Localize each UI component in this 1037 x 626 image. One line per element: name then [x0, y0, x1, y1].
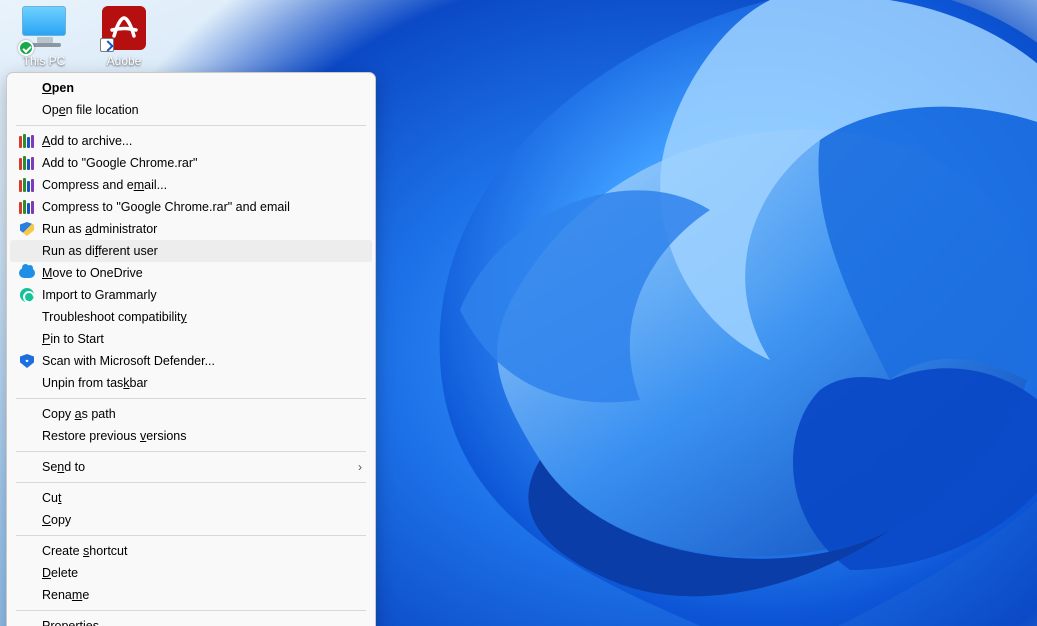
menu-item-label: Rename [42, 588, 362, 602]
blank-icon [18, 459, 36, 475]
menu-item-unpin-from-taskbar[interactable]: Unpin from taskbar [10, 372, 372, 394]
menu-item-run-as-administrator[interactable]: Run as administrator [10, 218, 372, 240]
menu-item-label: Import to Grammarly [42, 288, 362, 302]
desktop-icon-adobe[interactable]: Adobe [88, 6, 160, 68]
blank-icon [18, 490, 36, 506]
menu-item-create-shortcut[interactable]: Create shortcut [10, 540, 372, 562]
defender-shield-icon [18, 353, 36, 369]
menu-item-label: Restore previous versions [42, 429, 362, 443]
menu-item-compress-to-rar-email[interactable]: Compress to "Google Chrome.rar" and emai… [10, 196, 372, 218]
blank-icon [18, 375, 36, 391]
menu-item-label: Compress and email... [42, 178, 362, 192]
menu-item-label: Copy as path [42, 407, 362, 421]
menu-item-import-to-grammarly[interactable]: Import to Grammarly [10, 284, 372, 306]
menu-item-properties[interactable]: Properties [10, 615, 372, 626]
menu-item-label: Pin to Start [42, 332, 362, 346]
menu-item-open[interactable]: Open [10, 77, 372, 99]
blank-icon [18, 587, 36, 603]
onedrive-cloud-icon [18, 265, 36, 281]
winrar-books-icon [18, 199, 36, 215]
blank-icon [18, 512, 36, 528]
menu-item-label: Open file location [42, 103, 362, 117]
desktop-icon-label: Adobe [88, 54, 160, 68]
menu-item-delete[interactable]: Delete [10, 562, 372, 584]
menu-item-send-to[interactable]: Send to › [10, 456, 372, 478]
menu-item-add-to-rar[interactable]: Add to "Google Chrome.rar" [10, 152, 372, 174]
blank-icon [18, 618, 36, 626]
desktop-icon-this-pc[interactable]: This PC [8, 6, 80, 68]
grammarly-icon [18, 287, 36, 303]
blank-icon [18, 102, 36, 118]
winrar-books-icon [18, 177, 36, 193]
menu-item-copy-as-path[interactable]: Copy as path [10, 403, 372, 425]
menu-item-label: Scan with Microsoft Defender... [42, 354, 362, 368]
winrar-books-icon [18, 133, 36, 149]
menu-separator [16, 610, 366, 611]
winrar-books-icon [18, 155, 36, 171]
blank-icon [18, 243, 36, 259]
blank-icon [18, 406, 36, 422]
menu-item-run-as-different-user[interactable]: Run as different user [10, 240, 372, 262]
submenu-arrow-icon: › [352, 460, 362, 474]
menu-item-move-to-onedrive[interactable]: Move to OneDrive [10, 262, 372, 284]
blank-icon [18, 309, 36, 325]
desktop-icon-label: This PC [8, 54, 80, 68]
menu-item-label: Add to archive... [42, 134, 362, 148]
menu-item-pin-to-start[interactable]: Pin to Start [10, 328, 372, 350]
menu-item-troubleshoot-compatibility[interactable]: Troubleshoot compatibility [10, 306, 372, 328]
menu-separator [16, 125, 366, 126]
menu-item-scan-defender[interactable]: Scan with Microsoft Defender... [10, 350, 372, 372]
blank-icon [18, 428, 36, 444]
menu-item-label: Run as administrator [42, 222, 362, 236]
uac-shield-icon [18, 221, 36, 237]
menu-item-label: Cut [42, 491, 362, 505]
menu-item-label: Unpin from taskbar [42, 376, 362, 390]
blank-icon [18, 331, 36, 347]
wallpaper-bloom [350, 0, 1037, 626]
menu-item-restore-previous-versions[interactable]: Restore previous versions [10, 425, 372, 447]
menu-item-open-file-location[interactable]: Open file location [10, 99, 372, 121]
context-menu: Open Open file location Add to archive..… [6, 72, 376, 626]
menu-separator [16, 398, 366, 399]
blank-icon [18, 565, 36, 581]
shortcut-overlay-icon [100, 38, 114, 52]
menu-item-label: Compress to "Google Chrome.rar" and emai… [42, 200, 362, 214]
blank-icon [18, 543, 36, 559]
menu-separator [16, 482, 366, 483]
menu-item-label: Move to OneDrive [42, 266, 362, 280]
menu-item-rename[interactable]: Rename [10, 584, 372, 606]
menu-item-label: Run as different user [42, 244, 362, 258]
desktop[interactable]: This PC Adobe Open Open file location [0, 0, 1037, 626]
menu-item-label: Create shortcut [42, 544, 362, 558]
menu-item-add-to-archive[interactable]: Add to archive... [10, 130, 372, 152]
monitor-icon [22, 6, 66, 36]
menu-item-label: Send to [42, 460, 352, 474]
menu-separator [16, 535, 366, 536]
menu-item-compress-and-email[interactable]: Compress and email... [10, 174, 372, 196]
menu-item-label: Open [42, 81, 362, 95]
menu-item-label: Properties [42, 619, 362, 626]
blank-icon [18, 80, 36, 96]
menu-item-copy[interactable]: Copy [10, 509, 372, 531]
menu-item-label: Delete [42, 566, 362, 580]
menu-item-cut[interactable]: Cut [10, 487, 372, 509]
menu-separator [16, 451, 366, 452]
menu-item-label: Copy [42, 513, 362, 527]
menu-item-label: Troubleshoot compatibility [42, 310, 362, 324]
menu-item-label: Add to "Google Chrome.rar" [42, 156, 362, 170]
checkmark-badge-icon [18, 40, 34, 56]
